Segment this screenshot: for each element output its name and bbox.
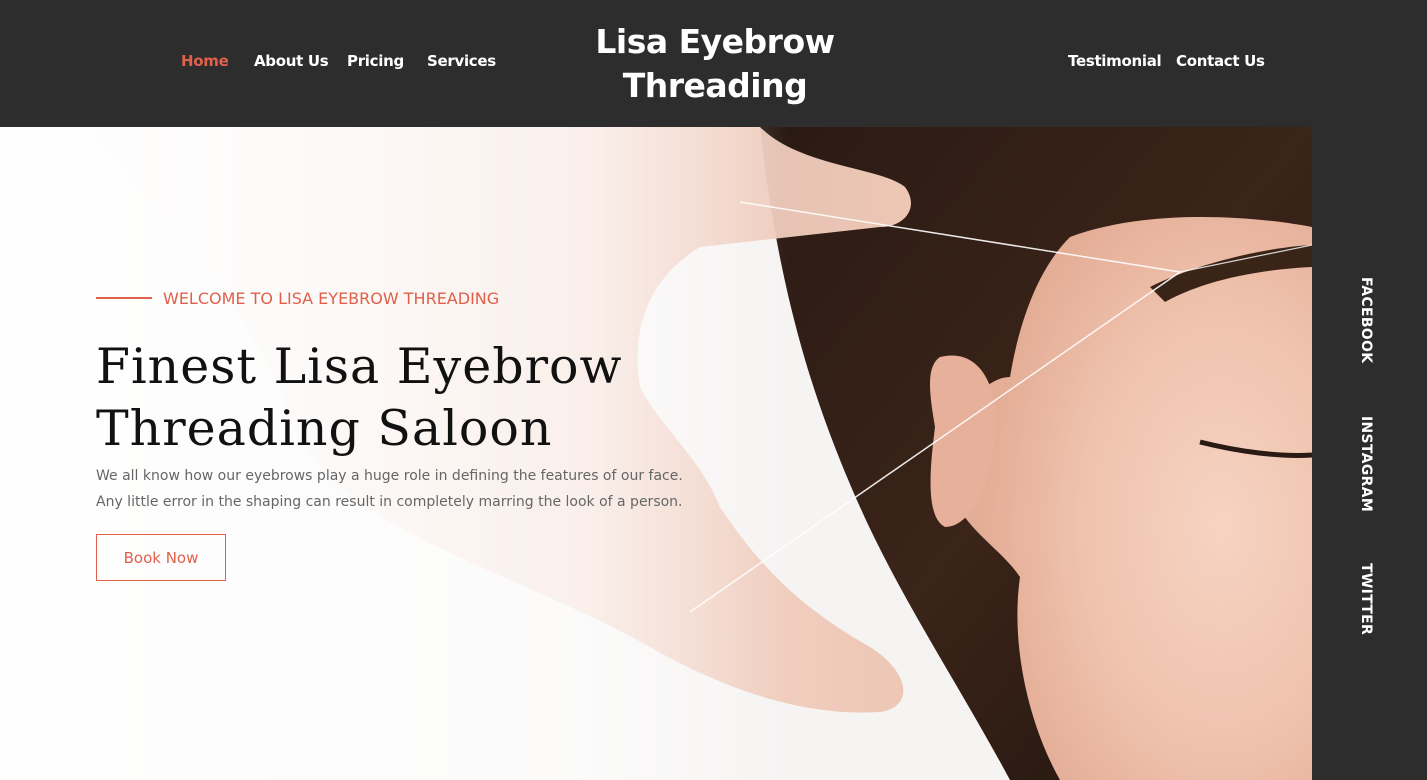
welcome-text: WELCOME TO LISA EYEBROW THREADING <box>163 289 500 308</box>
nav-contact-us[interactable]: Contact Us <box>1176 52 1265 70</box>
nav-services[interactable]: Services <box>427 52 496 70</box>
nav-testimonial[interactable]: Testimonial <box>1068 52 1162 70</box>
brand-line-2: Threading <box>622 66 808 105</box>
social-twitter-link[interactable]: TWITTER <box>1358 563 1374 635</box>
hero-headline-line-2: Threading Saloon <box>96 400 553 457</box>
brand-line-1: Lisa Eyebrow <box>595 22 835 61</box>
hero-intro-line-1: We all know how our eyebrows play a huge… <box>96 468 683 484</box>
site-logo[interactable]: Lisa Eyebrow Threading <box>565 20 865 108</box>
hero-intro: We all know how our eyebrows play a huge… <box>96 463 683 515</box>
hero-headline-line-1: Finest Lisa Eyebrow <box>96 338 623 395</box>
hero-intro-line-2: Any little error in the shaping can resu… <box>96 494 683 510</box>
book-now-button[interactable]: Book Now <box>96 534 226 581</box>
nav-pricing[interactable]: Pricing <box>347 52 404 70</box>
welcome-divider <box>96 297 152 299</box>
social-instagram-link[interactable]: INSTAGRAM <box>1358 416 1374 512</box>
nav-home[interactable]: Home <box>181 52 229 70</box>
social-facebook-link[interactable]: FACEBOOK <box>1358 277 1374 363</box>
hero-section: WELCOME TO LISA EYEBROW THREADING Finest… <box>0 127 1312 780</box>
nav-about-us[interactable]: About Us <box>254 52 329 70</box>
site-header: Home About Us Pricing Services Lisa Eyeb… <box>0 0 1427 127</box>
hero-headline: Finest Lisa Eyebrow Threading Saloon <box>96 336 656 460</box>
